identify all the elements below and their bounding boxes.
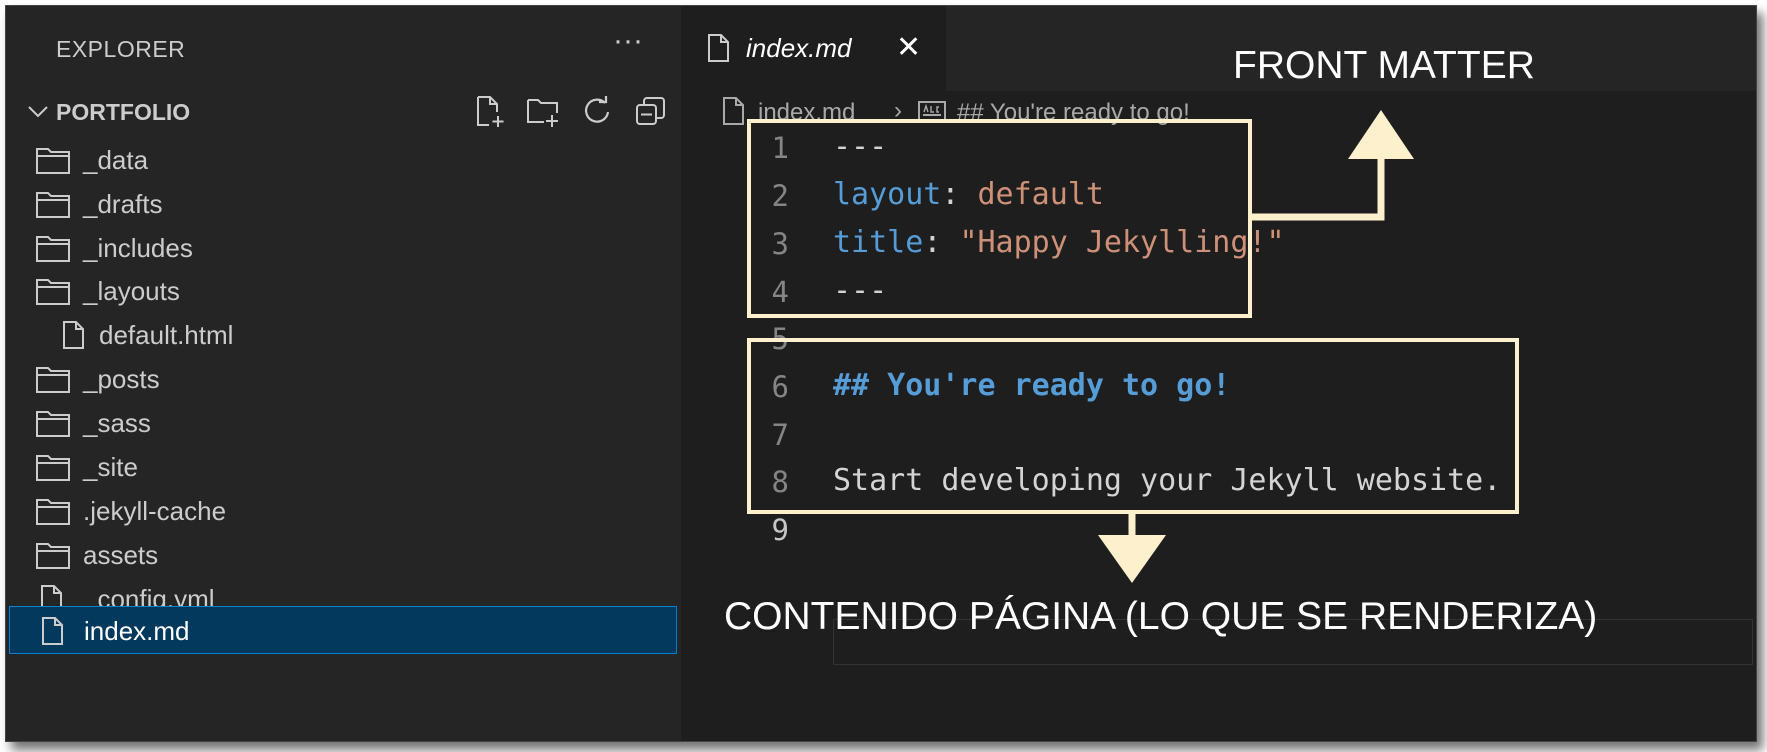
front-matter-label: FRONT MATTER	[1233, 44, 1535, 87]
vscode-window: EXPLORER ··· PORTFOLIO _data _drafts _in…	[5, 5, 1757, 742]
content-label: CONTENIDO PÁGINA (LO QUE SE RENDERIZA)	[724, 595, 1598, 638]
content-arrow	[1098, 514, 1166, 583]
front-matter-arrow	[1252, 110, 1414, 221]
